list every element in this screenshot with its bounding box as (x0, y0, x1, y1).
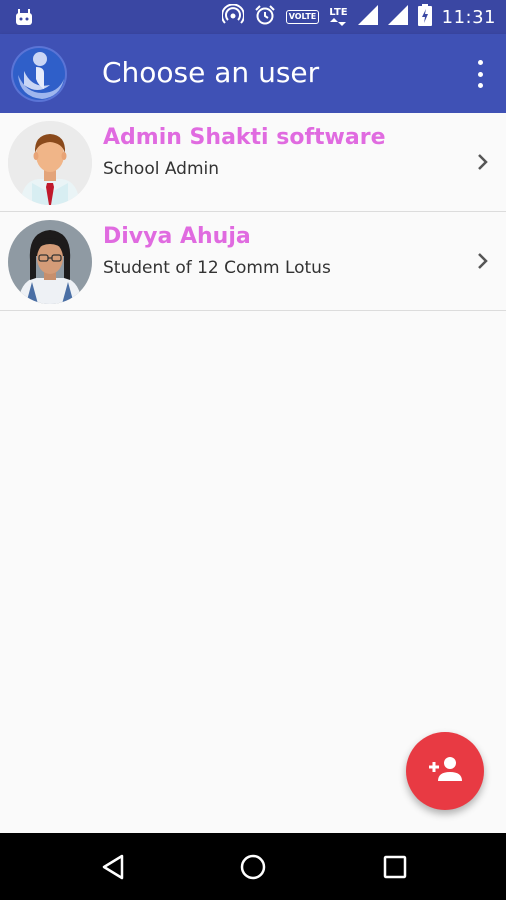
page-title: Choose an user (102, 56, 320, 89)
user-list: Admin Shakti software School Admin Divya… (0, 113, 506, 311)
user-role: Student of 12 Comm Lotus (103, 258, 331, 278)
add-user-icon (427, 755, 463, 787)
chevron-right-icon (476, 151, 490, 173)
signal-icon (387, 5, 408, 29)
app-bar: Choose an user (0, 34, 506, 113)
user-item-student[interactable]: Divya Ahuja Student of 12 Comm Lotus (0, 212, 506, 311)
hotspot-icon (220, 3, 245, 30)
home-icon[interactable] (238, 852, 268, 882)
status-time: 11:31 (441, 6, 496, 28)
user-name: Divya Ahuja (103, 224, 251, 249)
user-name: Admin Shakti software (103, 125, 386, 150)
volte-icon: VOLTE (285, 10, 320, 24)
android-notification-icon (14, 8, 34, 30)
user-item-admin[interactable]: Admin Shakti software School Admin (0, 113, 506, 212)
recents-icon[interactable] (380, 852, 410, 882)
navigation-bar (0, 833, 506, 900)
user-role: School Admin (103, 159, 220, 179)
alarm-icon (254, 4, 276, 30)
battery-charging-icon (417, 4, 432, 30)
admin-avatar (8, 121, 92, 205)
chevron-right-icon (476, 250, 490, 272)
student-avatar (8, 220, 92, 304)
add-user-button[interactable] (406, 732, 484, 810)
lte-icon: LTE (329, 7, 348, 26)
signal-icon (357, 5, 378, 29)
back-icon[interactable] (98, 852, 128, 882)
lte-label: LTE (329, 7, 348, 18)
status-bar: VOLTE LTE 11:31 (0, 0, 506, 34)
app-logo-icon (10, 45, 68, 103)
overflow-menu-icon[interactable] (476, 60, 484, 88)
